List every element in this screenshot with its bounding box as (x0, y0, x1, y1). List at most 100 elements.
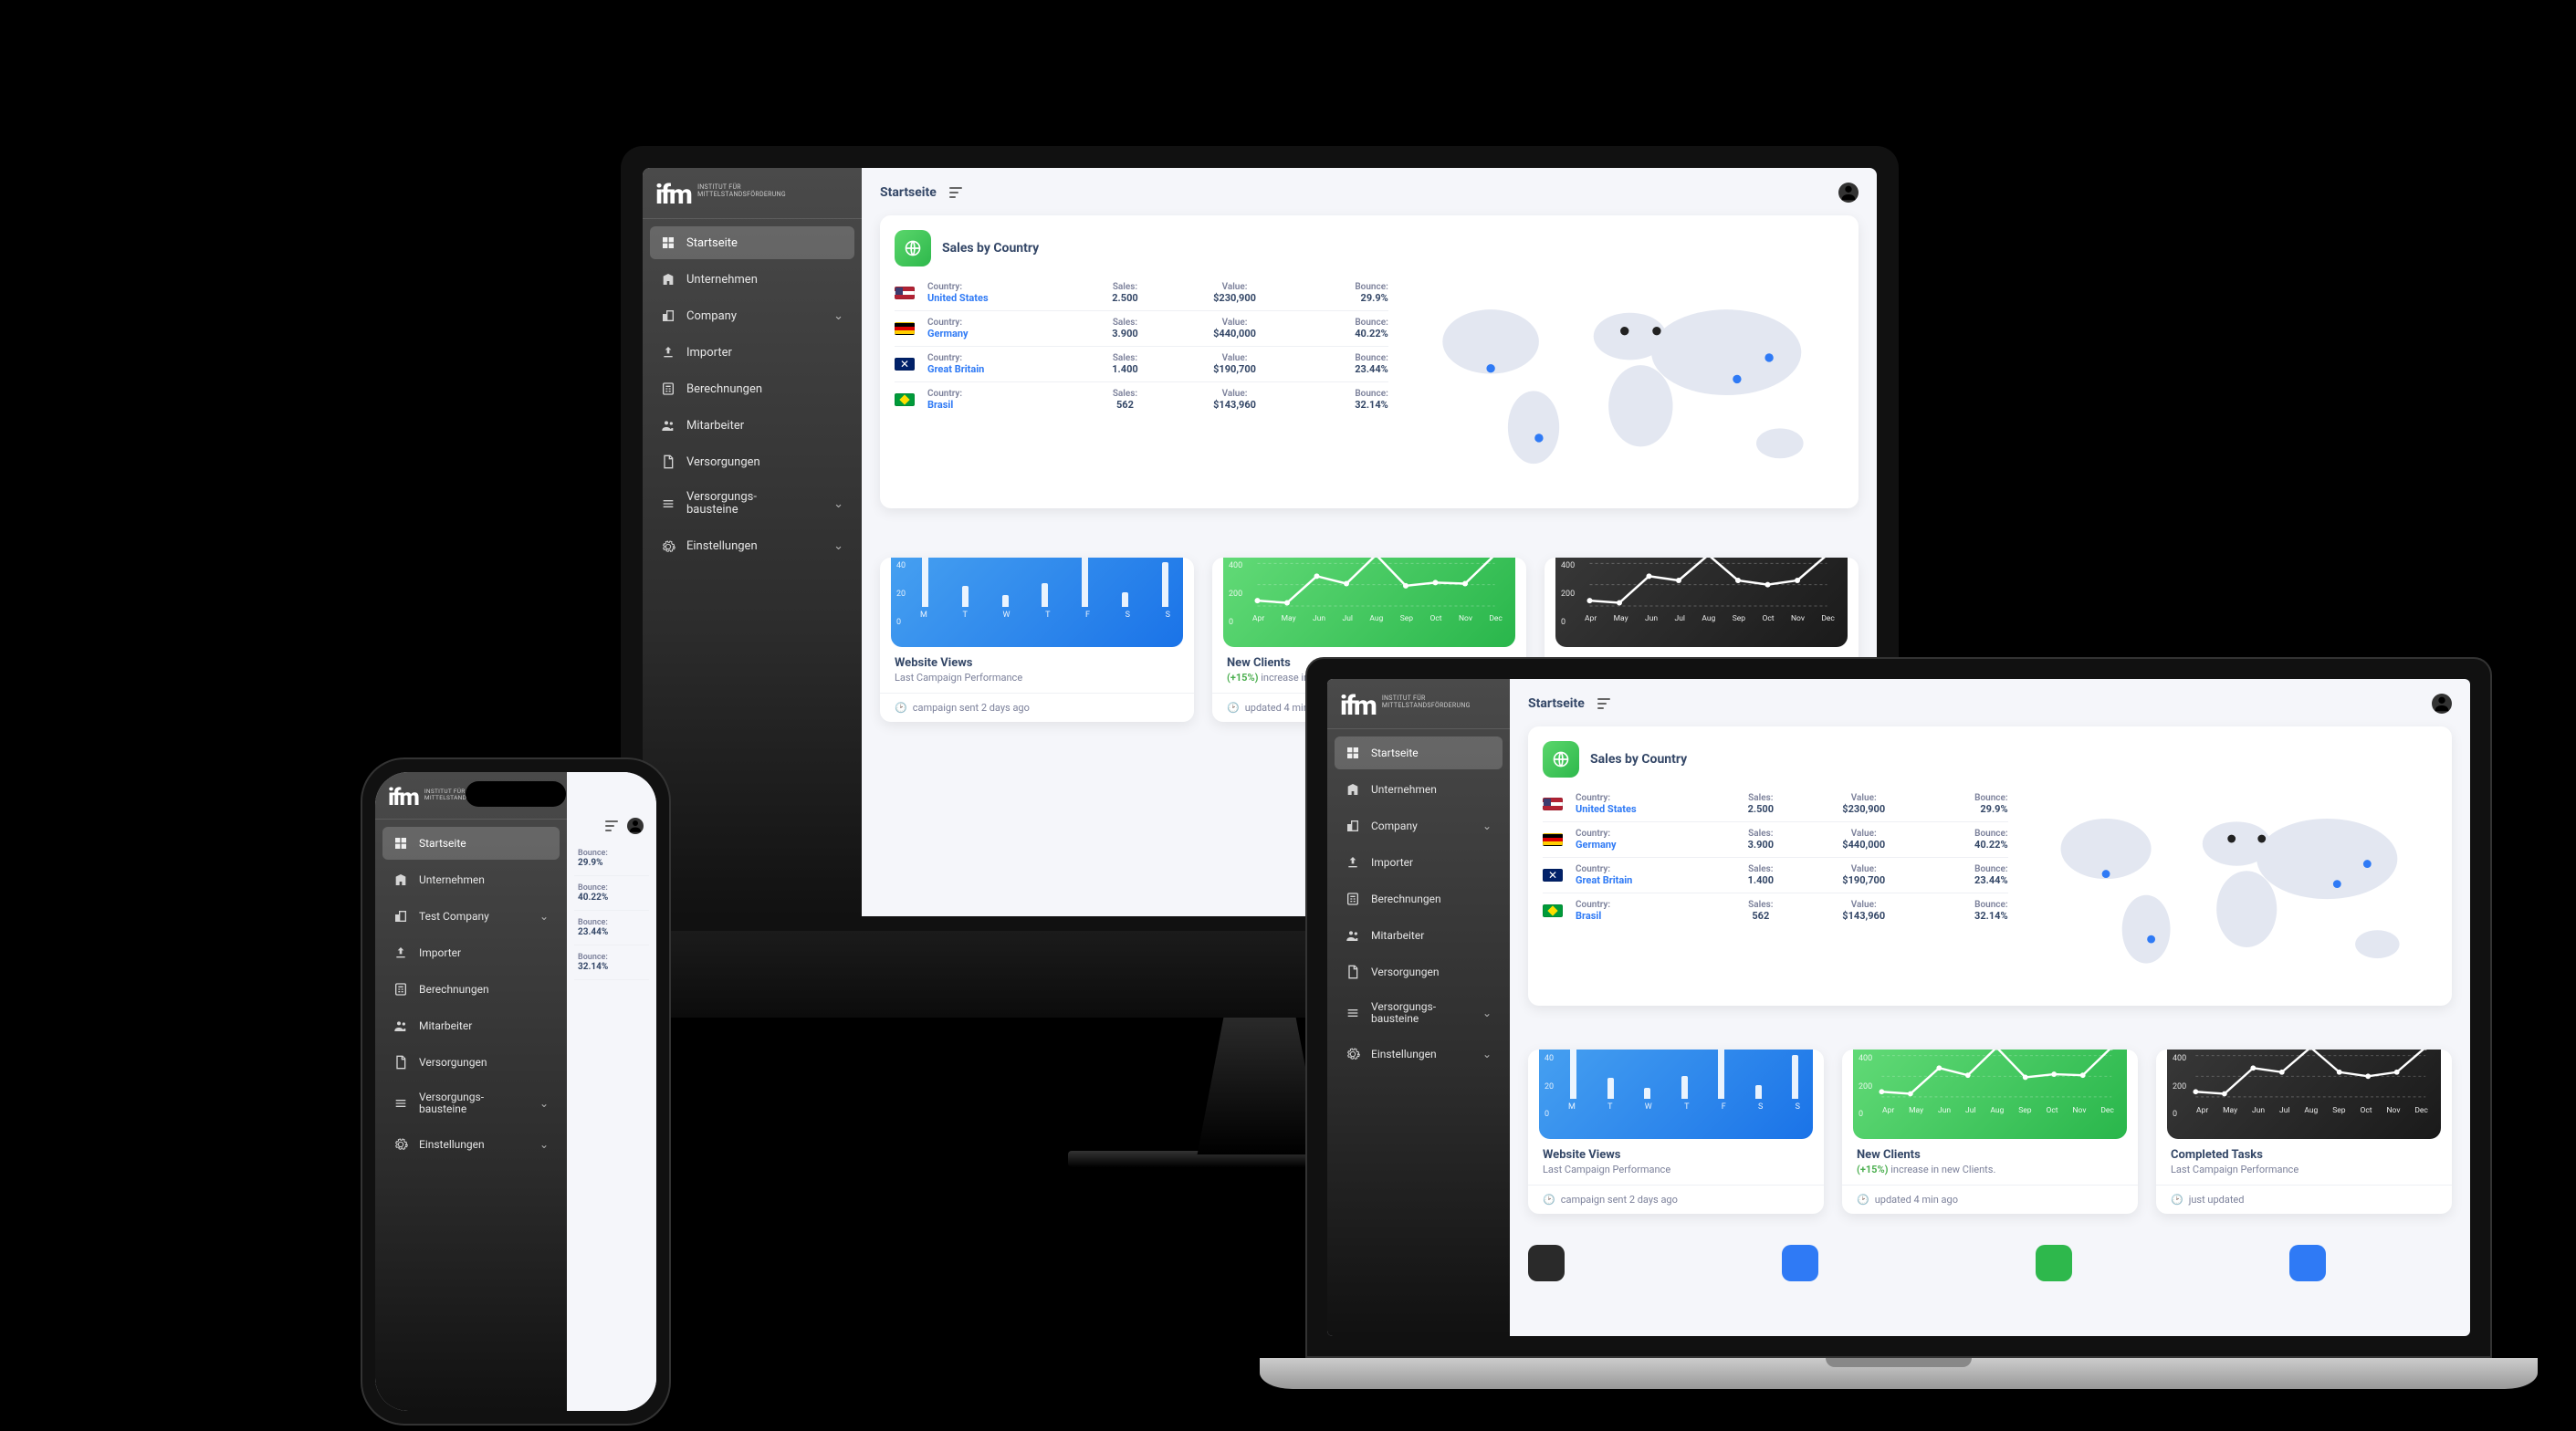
sidebar-item-people[interactable]: Mitarbeiter (650, 409, 854, 442)
bounce-value: 23.44% (1300, 363, 1387, 375)
col-header: Bounce: (1926, 900, 2008, 910)
sidebar-item-calc[interactable]: Berechnungen (1335, 883, 1503, 915)
laptop-mockup: ifm INSTITUT FÜR MITTELSTANDSFÖRDERUNG S… (1305, 657, 2492, 1389)
country-name: United States (927, 292, 1068, 304)
action-pill[interactable] (2289, 1245, 2326, 1281)
dashboard-icon (661, 235, 675, 250)
sidebar-item-people[interactable]: Mitarbeiter (382, 1009, 560, 1042)
clock-icon: 🕑 (2171, 1194, 2183, 1206)
sidebar-item-company[interactable]: Company⌄ (1335, 810, 1503, 842)
clock-icon: 🕑 (895, 702, 907, 714)
value-amount: $440,000 (1182, 328, 1288, 339)
sidebar-item-upload[interactable]: Importer (650, 336, 854, 369)
table-row: Country:BrasilSales:562Value:$143,960Bou… (895, 382, 1388, 417)
bounce-cell: Bounce:23.44% (574, 911, 649, 945)
sidebar-item-label: Versorgungen (686, 455, 843, 469)
sidebar-item-doc[interactable]: Versorgungen (382, 1046, 560, 1079)
bounce-cell: Bounce:29.9% (574, 841, 649, 876)
sidebar-item-building[interactable]: Unternehmen (650, 263, 854, 296)
bounce-value: 40.22% (1926, 839, 2008, 851)
col-header: Value: (1815, 793, 1913, 803)
sidebar-item-label: Importer (419, 946, 549, 959)
flag-icon (895, 393, 915, 406)
menu-icon[interactable] (605, 820, 618, 831)
action-pill[interactable] (2036, 1245, 2072, 1281)
logo-text: ifm (388, 789, 418, 808)
sidebar-item-label: Importer (686, 346, 843, 360)
sidebar-item-calc[interactable]: Berechnungen (650, 372, 854, 405)
sidebar-item-label: Berechnungen (419, 983, 549, 996)
sales-value: 562 (1720, 910, 1802, 922)
globe-icon (895, 230, 931, 266)
list-icon (393, 1096, 408, 1111)
sidebar-item-label: Mitarbeiter (686, 419, 843, 433)
sidebar-item-label: Startseite (419, 837, 549, 850)
user-avatar-icon[interactable] (1838, 183, 1859, 203)
action-pill[interactable] (1528, 1245, 1565, 1281)
sales-table: Country:United StatesSales:2.500Value:$2… (1543, 787, 2008, 991)
sidebar-item-gear[interactable]: Einstellungen⌄ (382, 1128, 560, 1161)
col-header: Sales: (1081, 353, 1168, 363)
sidebar-item-label: Versorgungs-bausteine (1371, 1001, 1471, 1025)
sidebar-item-upload[interactable]: Importer (382, 936, 560, 969)
stat-subtitle: Last Campaign Performance (1543, 1164, 1809, 1175)
sidebar: ifm INSTITUT FÜR MITTELSTANDSFÖRDERUNG S… (1327, 679, 1510, 1336)
value-amount: $190,700 (1815, 874, 1913, 886)
sales-value: 3.900 (1081, 328, 1168, 339)
sales-value: 2.500 (1720, 803, 1802, 815)
logo-subtitle: INSTITUT FÜR MITTELSTANDSFÖRDERUNG (1382, 695, 1492, 709)
sidebar-item-company[interactable]: Test Company⌄ (382, 900, 560, 933)
user-avatar-icon[interactable] (2432, 694, 2452, 714)
country-name: Great Britain (927, 363, 1068, 375)
user-avatar-icon[interactable] (627, 818, 644, 834)
col-header: Value: (1182, 282, 1288, 292)
company-icon (661, 308, 675, 323)
value-amount: $143,960 (1182, 399, 1288, 411)
sidebar-item-label: Startseite (1371, 747, 1492, 759)
chevron-down-icon: ⌄ (1482, 820, 1492, 832)
sales-by-country-card: Sales by Country Country:United StatesSa… (1528, 726, 2452, 1006)
menu-icon[interactable] (949, 187, 962, 198)
sales-value: 1.400 (1081, 363, 1168, 375)
sidebar-item-doc[interactable]: Versorgungen (1335, 956, 1503, 988)
flag-icon (1543, 869, 1563, 882)
sidebar-item-doc[interactable]: Versorgungen (650, 445, 854, 478)
gear-icon (661, 539, 675, 554)
action-pill[interactable] (1782, 1245, 1818, 1281)
sidebar-item-building[interactable]: Unternehmen (382, 863, 560, 896)
upload-icon (1346, 855, 1360, 870)
col-header: Country: (927, 389, 1068, 399)
stat-footer: updated 4 min ago (1875, 1194, 1958, 1206)
menu-icon[interactable] (1597, 698, 1610, 709)
sidebar-item-label: Versorgungen (1371, 966, 1492, 978)
sidebar-item-calc[interactable]: Berechnungen (382, 973, 560, 1006)
table-row: Country:Great BritainSales:1.400Value:$1… (895, 347, 1388, 382)
sidebar-item-people[interactable]: Mitarbeiter (1335, 919, 1503, 952)
building-icon (1346, 782, 1360, 797)
value-amount: $230,900 (1182, 292, 1288, 304)
flag-icon (1543, 798, 1563, 810)
sidebar-item-gear[interactable]: Einstellungen⌄ (1335, 1038, 1503, 1071)
table-row: Country:Great BritainSales:1.400Value:$1… (1543, 858, 2008, 893)
sidebar-item-gear[interactable]: Einstellungen⌄ (650, 530, 854, 563)
value-amount: $190,700 (1182, 363, 1288, 375)
sidebar-item-dashboard[interactable]: Startseite (1335, 736, 1503, 769)
bounce-value: 23.44% (1926, 874, 2008, 886)
logo-text: ifm (655, 184, 691, 206)
bounce-column: Bounce:29.9%Bounce:40.22%Bounce:23.44%Bo… (574, 841, 649, 980)
clock-icon: 🕑 (1543, 1194, 1555, 1206)
sidebar-item-list[interactable]: Versorgungs-bausteine⌄ (650, 482, 854, 527)
sidebar-item-label: Einstellungen (419, 1138, 529, 1151)
sidebar-item-upload[interactable]: Importer (1335, 846, 1503, 879)
sidebar-item-company[interactable]: Company⌄ (650, 299, 854, 332)
sidebar-item-dashboard[interactable]: Startseite (382, 827, 560, 860)
sidebar-item-list[interactable]: Versorgungs-bausteine⌄ (1335, 992, 1503, 1034)
sidebar-item-dashboard[interactable]: Startseite (650, 226, 854, 259)
col-header: Country: (1576, 793, 1707, 803)
sidebar: ifm INSTITUT FÜR MITTELSTANDSFÖRDERUNG S… (643, 168, 862, 916)
sidebar-item-label: Importer (1371, 856, 1492, 869)
sidebar-item-building[interactable]: Unternehmen (1335, 773, 1503, 806)
completed-tasks-chart: 6004002000AprMayJunJulAugSepOctNovDec (2167, 1050, 2441, 1139)
sidebar-item-list[interactable]: Versorgungs-bausteine⌄ (382, 1082, 560, 1124)
bounce-value: 40.22% (1300, 328, 1387, 339)
